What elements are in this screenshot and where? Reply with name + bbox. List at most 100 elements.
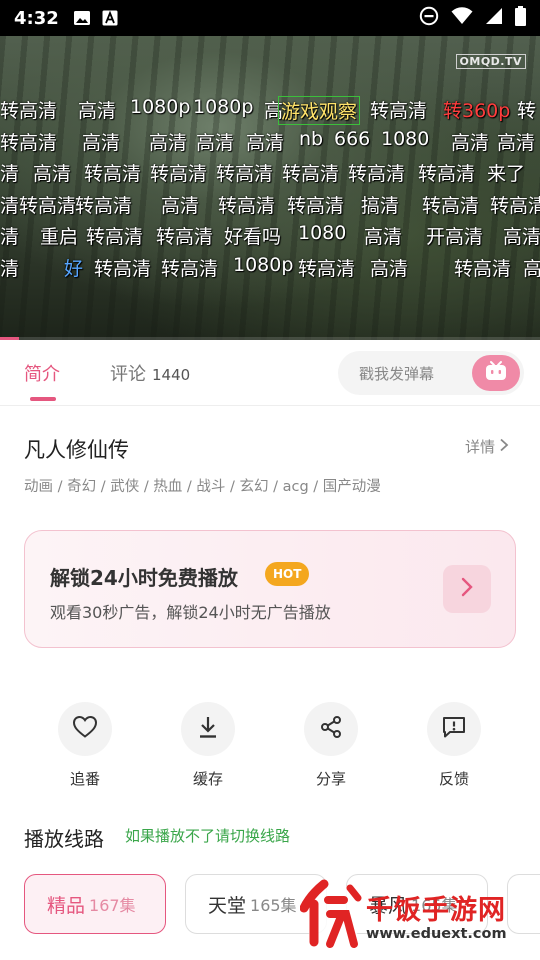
follow-button[interactable]: 追番	[43, 702, 127, 789]
status-right-icons	[419, 6, 526, 30]
danmaku-comment: 来了	[487, 163, 526, 185]
danmaku-comment: 清	[0, 163, 20, 185]
danmaku-comment: 转高清	[287, 195, 345, 217]
site-logo-icon	[299, 878, 366, 948]
danmaku-comment: 转高清	[282, 163, 340, 185]
feedback-label: 反馈	[438, 770, 469, 788]
danmaku-comment: 1080	[298, 222, 347, 244]
danmaku-comment: 1080p	[130, 96, 191, 118]
share-icon-circle	[304, 702, 358, 756]
danmaku-comment: 转高清	[84, 163, 142, 185]
danmaku-comment: 高	[523, 258, 540, 280]
danmaku-comment: 转高清	[298, 258, 356, 280]
site-name: 千饭手游网	[366, 895, 506, 926]
danmaku-comment: 高清	[451, 132, 490, 154]
promo-subtitle: 观看30秒广告，解锁24小时无广告播放	[50, 603, 331, 622]
download-label: 缓存	[192, 770, 223, 788]
danmaku-comment: 高清	[364, 226, 403, 248]
danmaku-comment: 666	[334, 128, 371, 150]
details-link[interactable]: 详情	[465, 436, 509, 457]
danmaku-comment: nb	[299, 128, 324, 150]
danmaku-comment: 转高清	[216, 163, 274, 185]
danmaku-comment: 高清	[149, 132, 188, 154]
promo-arrow-button[interactable]	[443, 565, 491, 613]
comments-count: 1440	[152, 366, 191, 384]
download-button[interactable]: 缓存	[166, 702, 250, 789]
hot-badge: HOT	[265, 562, 310, 586]
danmaku-comment: 转高清	[0, 132, 58, 154]
danmaku-comment: 转高清	[490, 195, 540, 217]
show-title: 凡人修仙传	[24, 438, 129, 462]
danmaku-comment: 好看吗	[224, 226, 282, 248]
danmaku-comment: 游戏观察	[278, 96, 361, 125]
danmaku-comment: 转高清	[94, 258, 152, 280]
line-count: 167集	[89, 896, 136, 915]
line-count: 165集	[250, 896, 297, 915]
danmaku-input[interactable]: 戳我发弹幕	[338, 351, 524, 395]
unlock-promo-card[interactable]: 解锁24小时免费播放 HOT 观看30秒广告，解锁24小时无广告播放	[24, 530, 516, 648]
danmaku-send-button[interactable]	[472, 355, 520, 391]
image-icon	[73, 10, 91, 26]
danmaku-comment: 转360p	[443, 100, 511, 122]
danmaku-comment: 重启	[40, 226, 79, 248]
battery-icon	[515, 6, 526, 30]
danmaku-comment: 转高清	[218, 195, 276, 217]
danmaku-comment: 转高清	[370, 100, 428, 122]
lines-hint: 如果播放不了请切换线路	[125, 827, 291, 845]
promo-title: 解锁24小时免费播放	[50, 566, 238, 590]
status-bar: 4:32	[0, 0, 540, 36]
danmaku-comment: 转高清	[86, 226, 144, 248]
share-button[interactable]: 分享	[289, 702, 373, 789]
danmaku-comment: 转高清	[161, 258, 219, 280]
danmaku-comment: 转高清	[348, 163, 406, 185]
wifi-icon	[451, 7, 473, 29]
content-tabs: 简介 评论 1440 戳我发弹幕	[0, 340, 540, 406]
tab-intro-underline	[30, 397, 56, 401]
danmaku-comment: 转高清	[75, 195, 133, 217]
danmaku-comment: 转高清	[454, 258, 512, 280]
danmaku-comment: 开高清	[426, 226, 484, 248]
tab-intro[interactable]: 简介	[24, 360, 60, 386]
danmaku-comment: 高清	[82, 132, 121, 154]
danmaku-comment: 清	[0, 258, 20, 280]
danmaku-comment: 转高清	[0, 100, 58, 122]
lines-title: 播放线路	[24, 827, 104, 851]
danmaku-comment: 高清	[246, 132, 285, 154]
heart-icon	[72, 715, 98, 743]
tab-comments[interactable]: 评论 1440	[110, 360, 190, 386]
feedback-icon	[441, 715, 467, 743]
line-name: 天堂	[208, 894, 247, 917]
share-icon	[319, 715, 343, 743]
danmaku-comment: 转高清	[422, 195, 480, 217]
danmaku-comment: 搞清	[361, 195, 400, 217]
download-icon	[197, 715, 219, 743]
danmaku-comment: 清	[0, 226, 20, 248]
line-chip-jingpin[interactable]: 精品 167集	[24, 874, 166, 934]
genre-tags: 动画 / 奇幻 / 武侠 / 热血 / 战斗 / 玄幻 / acg / 国产动漫	[24, 479, 381, 495]
chevron-right-icon	[460, 577, 474, 601]
danmaku-comment: 1080p	[193, 96, 254, 118]
site-watermark: 千饭手游网 www.eduext.com	[299, 878, 540, 960]
danmaku-comment: 转	[517, 100, 537, 122]
follow-label: 追番	[69, 770, 100, 788]
signal-icon	[485, 7, 503, 29]
follow-icon-circle	[58, 702, 112, 756]
video-player[interactable]: OMQD.TV 转高清 高清 1080p 1080p 高游戏观察 转高清 转360p 转转高清…	[0, 36, 540, 340]
feedback-button[interactable]: 反馈	[412, 702, 496, 789]
danmaku-comment: 高清	[78, 100, 117, 122]
tab-comments-label: 评论	[110, 364, 146, 385]
share-label: 分享	[315, 770, 346, 788]
danmaku-comment: 好	[64, 258, 84, 280]
danmaku-layer: 转高清 高清 1080p 1080p 高游戏观察 转高清 转360p 转转高清 高清 高清 高清 高清…	[0, 36, 540, 340]
bilibili-tv-icon	[484, 360, 508, 386]
a-notification-icon	[101, 10, 119, 26]
danmaku-comment: 高清	[497, 132, 536, 154]
danmaku-comment: 1080	[381, 128, 430, 150]
site-url: www.eduext.com	[366, 926, 507, 942]
feedback-icon-circle	[427, 702, 481, 756]
chevron-right-icon	[499, 438, 509, 456]
download-icon-circle	[181, 702, 235, 756]
danmaku-input-placeholder: 戳我发弹幕	[359, 365, 435, 383]
danmaku-comment: 转高清	[156, 226, 214, 248]
line-name: 精品	[47, 894, 86, 917]
